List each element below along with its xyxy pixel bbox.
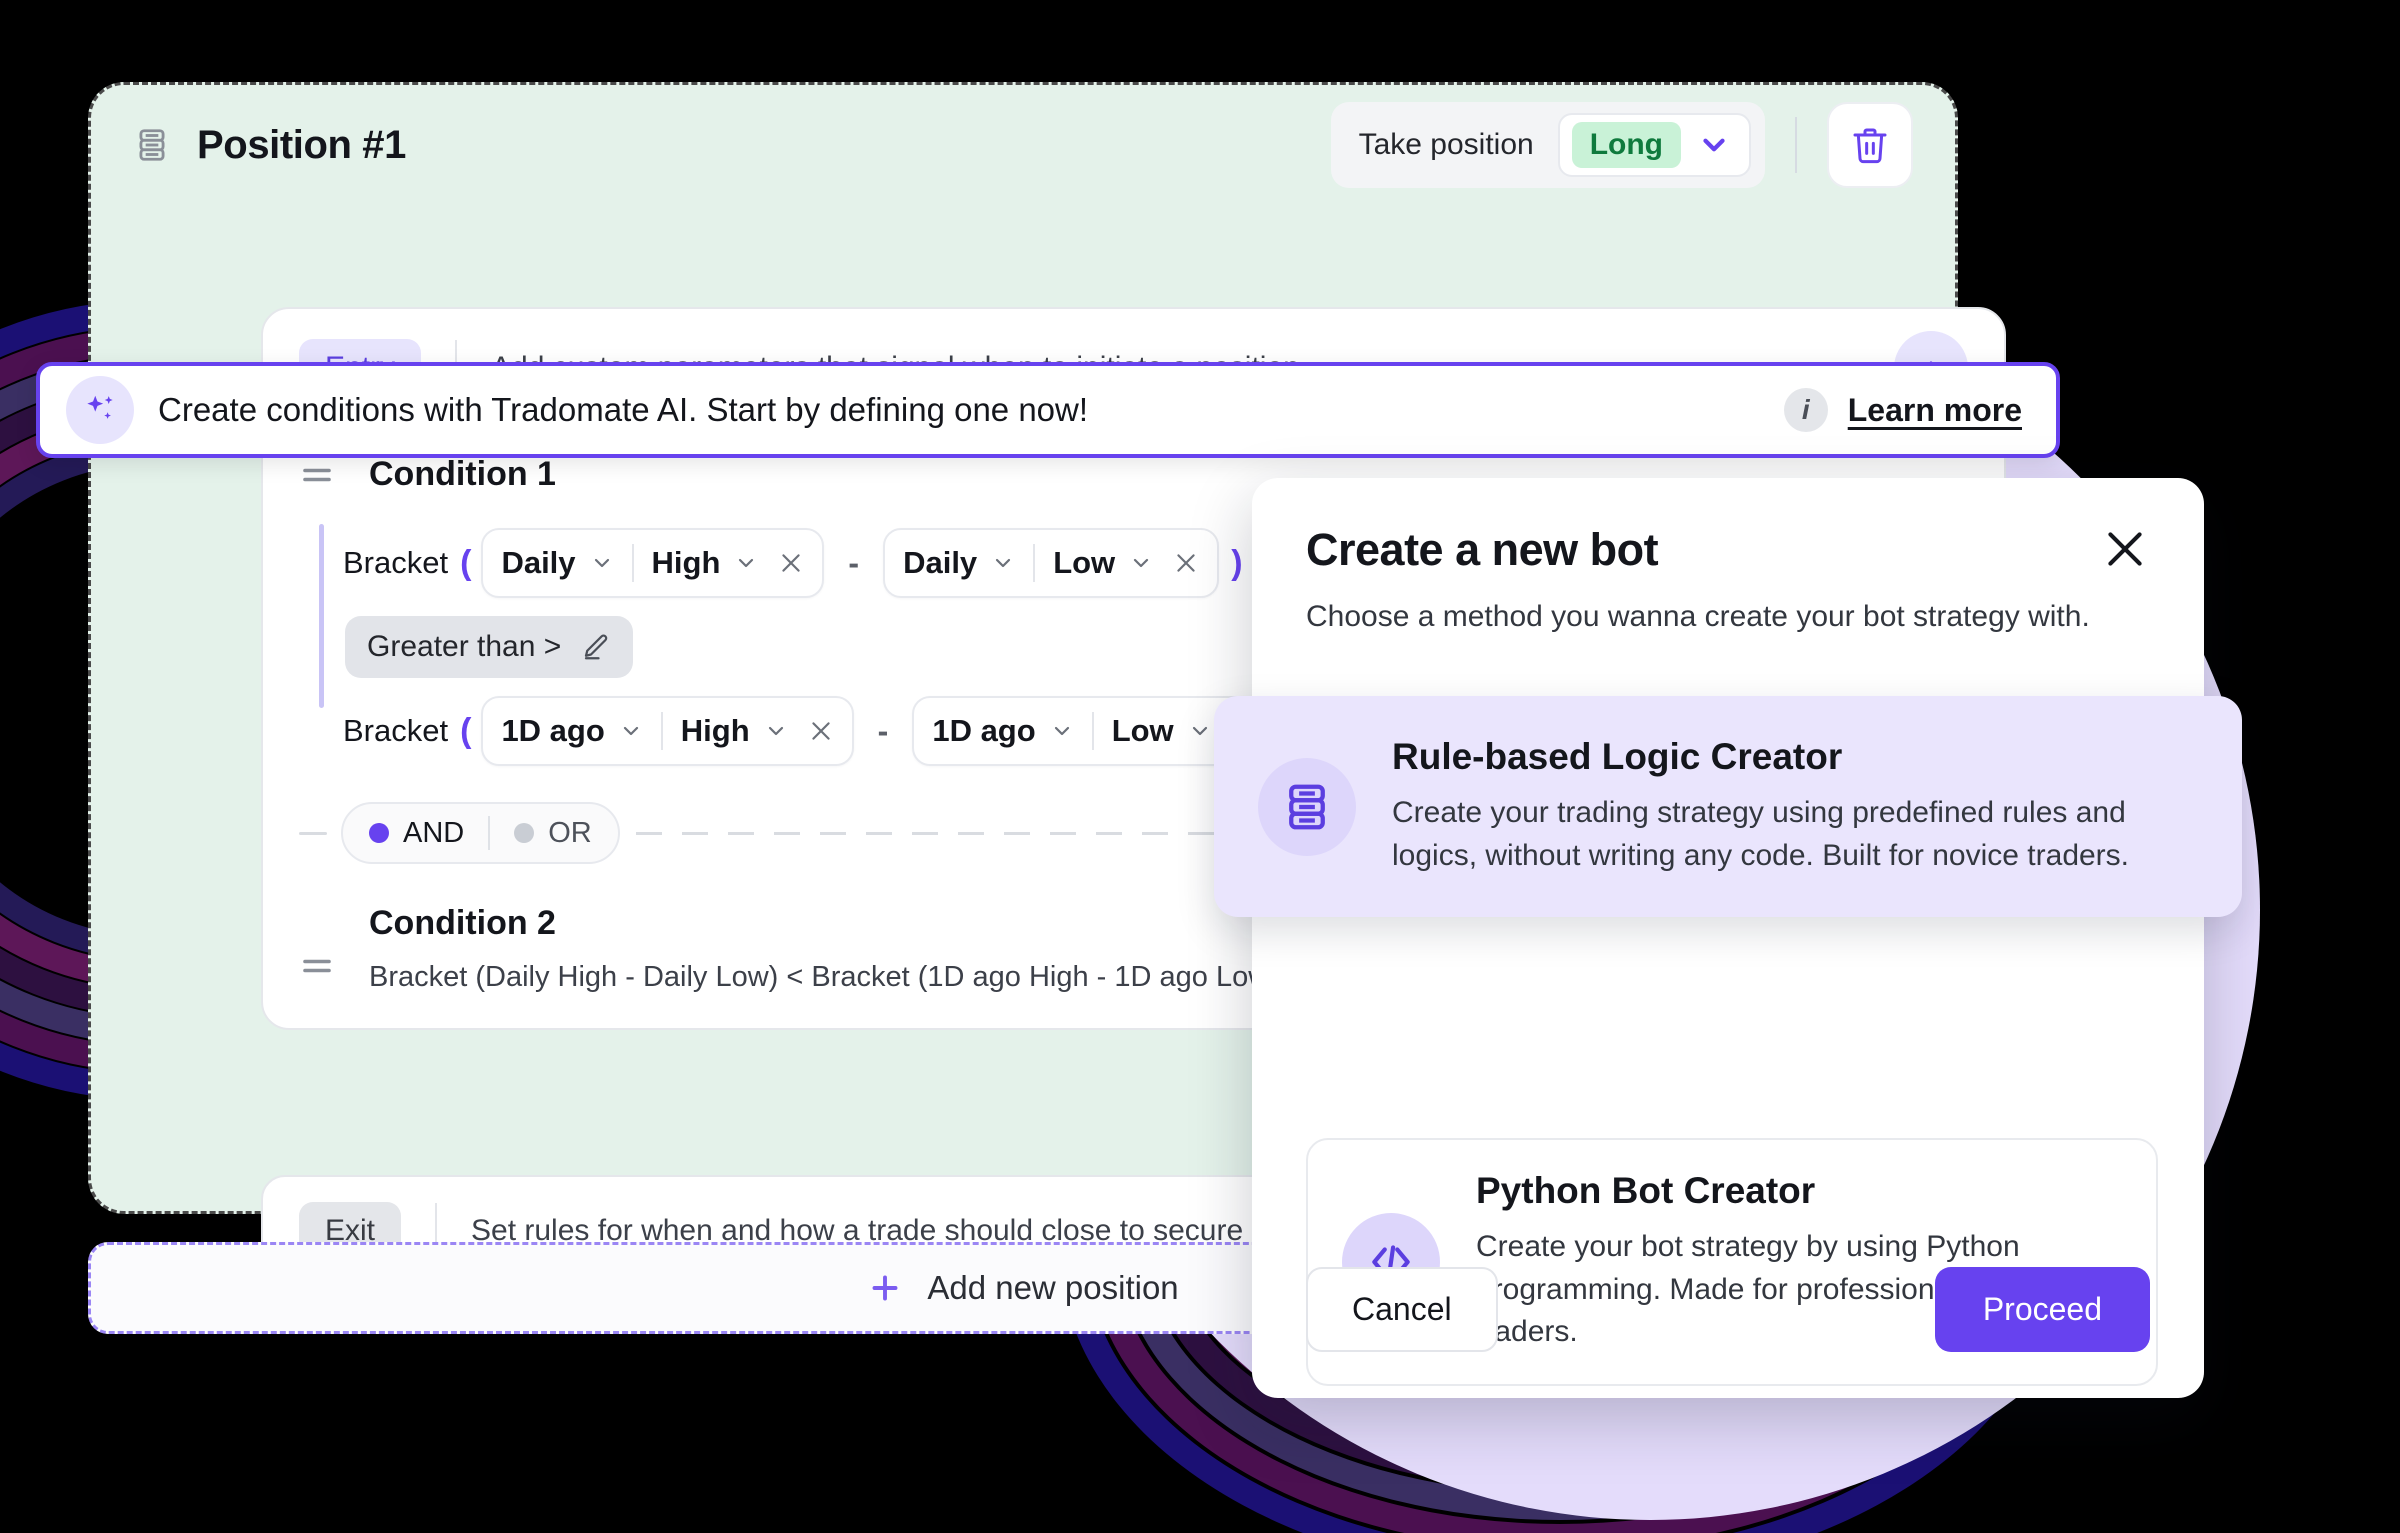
chevron-down-icon[interactable] [1188, 719, 1212, 743]
take-position-label: Take position [1358, 128, 1534, 161]
learn-more-label: Learn more [1847, 391, 2022, 428]
chevron-down-icon[interactable] [1050, 719, 1074, 743]
chevron-down-icon[interactable] [619, 719, 643, 743]
modal-title: Create a new bot [1306, 524, 1659, 575]
option-description: Create your trading strategy using prede… [1392, 796, 2130, 872]
bracket-label: Bracket [343, 545, 449, 580]
learn-more-link[interactable]: i Learn more [1783, 388, 2022, 432]
sparkles-icon [66, 376, 134, 444]
close-paren: ) [1231, 543, 1243, 582]
field-value: High [680, 713, 750, 748]
timeframe-value: Daily [501, 545, 576, 580]
field-value: Low [1111, 713, 1174, 748]
close-icon[interactable] [1173, 550, 1199, 576]
radio-selected-icon [369, 823, 389, 843]
chevron-down-icon[interactable] [764, 719, 788, 743]
condition-1-title: Condition 1 [369, 455, 556, 493]
close-icon[interactable] [808, 718, 834, 744]
condition-2-title: Condition 2 [369, 904, 556, 942]
or-label: OR [548, 816, 592, 849]
chevron-down-icon[interactable] [1129, 551, 1153, 575]
drag-handle-icon[interactable] [299, 948, 335, 984]
timeframe-value: Daily [903, 545, 978, 580]
ai-banner[interactable]: Create conditions with Tradomate AI. Sta… [36, 362, 2060, 468]
proceed-button[interactable]: Proceed [1934, 1267, 2150, 1352]
direction-select[interactable]: Long [1557, 113, 1751, 177]
and-or-toggle[interactable]: AND OR [341, 802, 620, 864]
divider [1795, 117, 1797, 173]
bracket-label: Bracket [343, 713, 449, 748]
comparator-label: Greater than > [367, 630, 562, 663]
option-title: Python Bot Creator [1476, 1170, 1816, 1211]
field-value: High [651, 545, 721, 580]
direction-value: Long [1571, 122, 1681, 168]
position-header: Position #1 Take position Long [91, 85, 1955, 205]
app-root: Position #1 Take position Long Condition… [0, 0, 2400, 1533]
option-title: Rule-based Logic Creator [1392, 736, 1843, 777]
operand-chip-right[interactable]: Daily Low [883, 528, 1220, 598]
trash-icon [1850, 125, 1890, 165]
operand-chip-left[interactable]: 1D ago High [481, 696, 854, 766]
operator-minus: - [877, 712, 889, 749]
option-rule-based-logic-creator[interactable]: Rule-based Logic Creator Create your tra… [1214, 696, 2242, 918]
add-new-position-label: Add new position [927, 1269, 1179, 1306]
info-icon: i [1783, 388, 1828, 432]
open-paren: ( [460, 711, 472, 750]
operand-chip-left[interactable]: Daily High [481, 528, 825, 598]
delete-position-button[interactable] [1827, 102, 1913, 188]
modal-footer: Cancel Proceed [1306, 1267, 2150, 1352]
operator-minus: - [848, 544, 860, 581]
modal-subtitle: Choose a method you wanna create your bo… [1306, 600, 2090, 633]
close-icon[interactable] [2100, 524, 2150, 574]
pencil-icon[interactable] [581, 632, 611, 662]
field-value: Low [1053, 545, 1116, 580]
modal-header: Create a new bot Choose a method you wan… [1306, 524, 2150, 634]
create-bot-modal: Create a new bot Choose a method you wan… [1214, 478, 2242, 1398]
logic-accent-bar [319, 524, 324, 708]
drag-handle-icon[interactable] [299, 457, 335, 493]
timeframe-value: 1D ago [501, 713, 605, 748]
condition-2-expression: Bracket (Daily High - Daily Low) < Brack… [369, 961, 1279, 993]
and-label: AND [403, 816, 465, 849]
server-rack-icon [1258, 757, 1356, 856]
timeframe-value: 1D ago [932, 713, 1036, 748]
close-icon[interactable] [778, 550, 804, 576]
take-position-control: Take position Long [1330, 102, 1765, 188]
chevron-down-icon[interactable] [590, 551, 614, 575]
open-paren: ( [460, 543, 472, 582]
server-rack-icon [133, 126, 171, 164]
chevron-down-icon[interactable] [991, 551, 1015, 575]
chevron-down-icon[interactable] [734, 551, 758, 575]
plus-icon [867, 1270, 903, 1306]
ai-banner-text: Create conditions with Tradomate AI. Sta… [158, 391, 1089, 428]
radio-unselected-icon [514, 823, 535, 843]
page-title: Position #1 [197, 122, 406, 167]
chevron-down-icon [1697, 128, 1731, 162]
comparator-chip[interactable]: Greater than > [345, 616, 634, 678]
cancel-button[interactable]: Cancel [1306, 1267, 1498, 1352]
